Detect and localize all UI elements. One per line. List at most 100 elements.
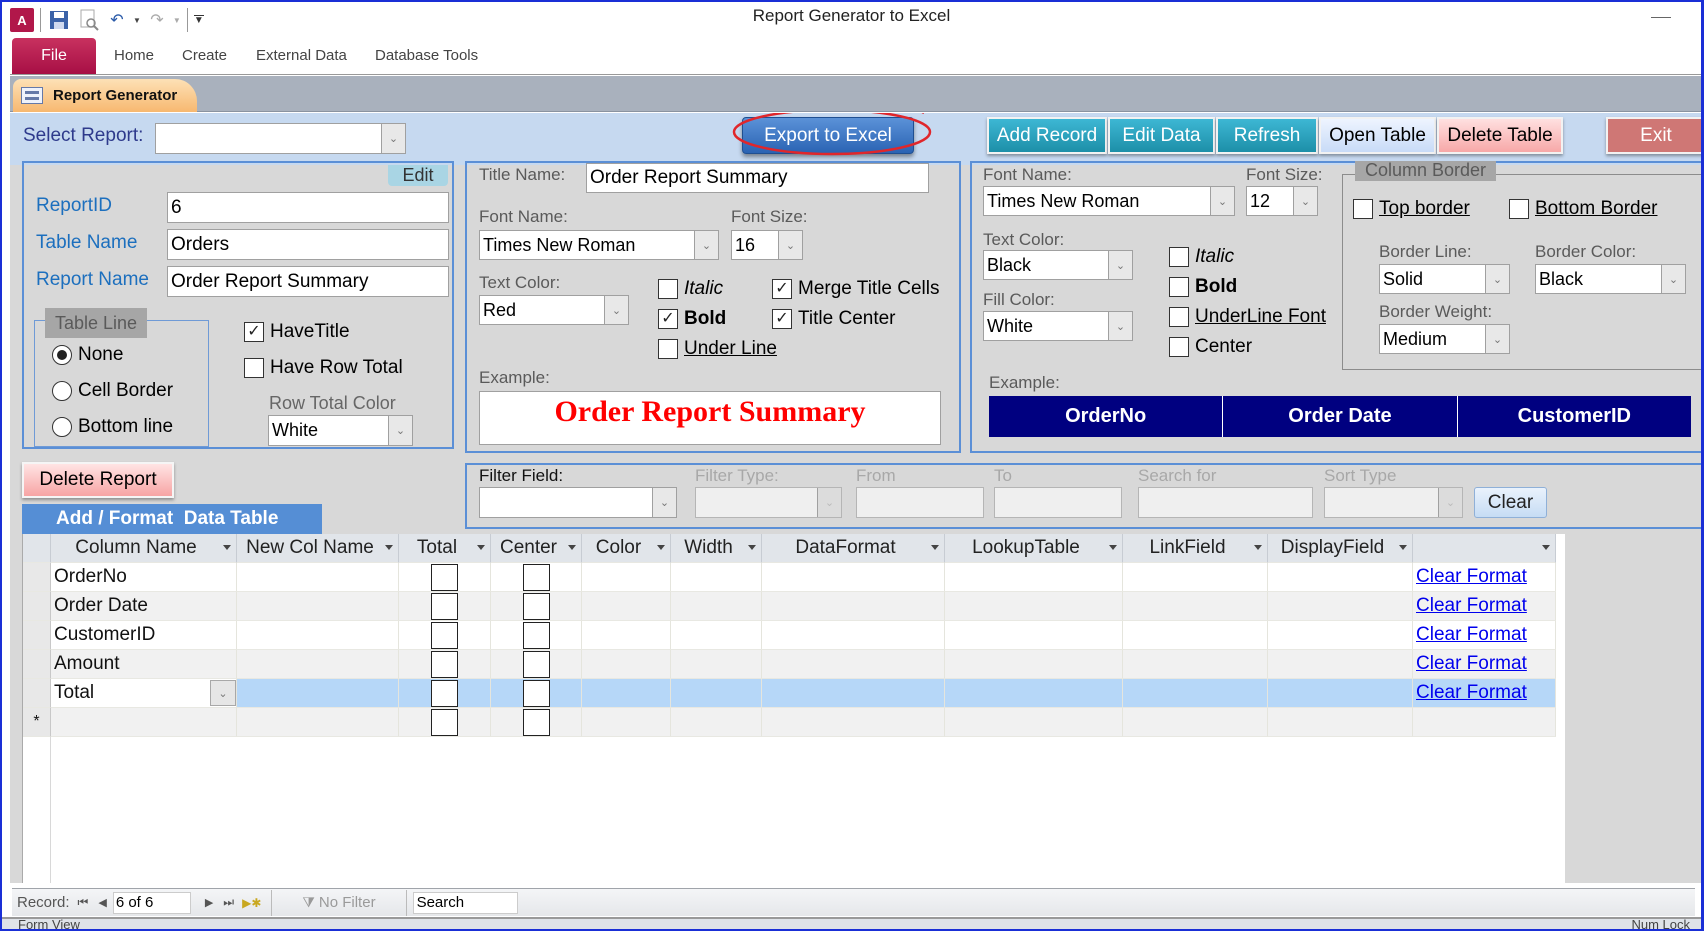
clear-format-link[interactable]: Clear Format bbox=[1416, 682, 1527, 704]
checkmark-icon[interactable]: ✓ bbox=[772, 309, 792, 329]
column-header-link-field[interactable]: LinkField bbox=[1123, 534, 1268, 563]
clear-format-cell[interactable]: Clear Format bbox=[1413, 650, 1556, 679]
checkmark-icon[interactable]: ✓ bbox=[244, 322, 264, 342]
cell-column-name[interactable]: Order Date bbox=[51, 592, 237, 621]
table-cell[interactable] bbox=[237, 621, 399, 650]
checkbox-icon[interactable] bbox=[658, 339, 678, 359]
table-cell[interactable] bbox=[762, 679, 945, 708]
center-checkbox-cell[interactable] bbox=[491, 650, 582, 679]
refresh-button[interactable]: Refresh bbox=[1216, 117, 1318, 154]
col-fill-color-combo[interactable]: White ⌄ bbox=[983, 311, 1133, 341]
chevron-down-icon[interactable]: ⌄ bbox=[388, 416, 412, 445]
bottom-border-checkbox[interactable]: Bottom Border bbox=[1509, 198, 1658, 220]
border-line-combo[interactable]: Solid ⌄ bbox=[1379, 264, 1510, 294]
table-cell[interactable] bbox=[582, 679, 671, 708]
total-checkbox-cell[interactable] bbox=[399, 563, 491, 592]
checkbox-icon[interactable] bbox=[522, 650, 550, 678]
column-header-new-col-name[interactable]: New Col Name bbox=[237, 534, 399, 563]
table-cell[interactable] bbox=[237, 650, 399, 679]
record-selector[interactable] bbox=[23, 592, 51, 621]
table-cell[interactable] bbox=[1123, 650, 1268, 679]
table-cell[interactable] bbox=[1123, 592, 1268, 621]
table-cell[interactable] bbox=[582, 563, 671, 592]
table-cell[interactable] bbox=[1123, 621, 1268, 650]
clear-format-link[interactable]: Clear Format bbox=[1416, 595, 1527, 617]
table-cell[interactable] bbox=[945, 650, 1123, 679]
radio-cell-border[interactable]: Cell Border bbox=[52, 380, 173, 402]
tab-home[interactable]: Home bbox=[114, 47, 154, 64]
table-cell[interactable] bbox=[945, 563, 1123, 592]
filter-type-combo[interactable]: ⌄ bbox=[695, 487, 842, 518]
title-underline-checkbox[interactable]: Under Line bbox=[658, 338, 777, 360]
table-cell[interactable] bbox=[762, 621, 945, 650]
chevron-down-icon[interactable]: ⌄ bbox=[652, 488, 676, 517]
total-checkbox-cell[interactable] bbox=[399, 592, 491, 621]
chevron-down-icon[interactable]: ⌄ bbox=[778, 231, 802, 259]
col-font-size-combo[interactable]: 12 ⌄ bbox=[1246, 186, 1318, 216]
chevron-down-icon[interactable]: ⌄ bbox=[1210, 187, 1234, 215]
column-header-column-name[interactable]: Column Name bbox=[51, 534, 237, 563]
radio-icon[interactable] bbox=[52, 417, 72, 437]
table-cell[interactable] bbox=[671, 708, 762, 737]
table-cell[interactable] bbox=[1268, 621, 1413, 650]
table-cell[interactable] bbox=[671, 650, 762, 679]
column-header-actions[interactable] bbox=[1413, 534, 1556, 563]
col-italic-checkbox[interactable]: Italic bbox=[1169, 246, 1234, 268]
checkbox-icon[interactable] bbox=[431, 621, 458, 649]
previous-record-icon[interactable]: ◀ bbox=[98, 896, 106, 909]
report-name-field[interactable]: Order Report Summary bbox=[167, 266, 449, 297]
record-selector[interactable] bbox=[23, 650, 51, 679]
column-header-lookup-table[interactable]: LookupTable bbox=[945, 534, 1123, 563]
table-name-field[interactable]: Orders bbox=[167, 229, 449, 260]
table-cell[interactable] bbox=[671, 592, 762, 621]
checkbox-icon[interactable] bbox=[522, 679, 550, 707]
table-cell[interactable] bbox=[945, 621, 1123, 650]
title-font-size-combo[interactable]: 16 ⌄ bbox=[731, 230, 803, 260]
delete-table-button[interactable]: Delete Table bbox=[1437, 117, 1563, 154]
checkbox-icon[interactable] bbox=[1509, 199, 1529, 219]
merge-title-cells-checkbox[interactable]: ✓ Merge Title Cells bbox=[772, 278, 940, 300]
table-cell[interactable] bbox=[945, 679, 1123, 708]
select-report-combo[interactable]: ⌄ bbox=[155, 123, 406, 154]
table-cell[interactable] bbox=[237, 708, 399, 737]
col-underline-checkbox[interactable]: UnderLine Font bbox=[1169, 306, 1326, 328]
checkbox-icon[interactable] bbox=[522, 621, 550, 649]
minimize-button[interactable] bbox=[1651, 8, 1671, 18]
have-row-total-checkbox[interactable]: Have Row Total bbox=[244, 357, 403, 379]
table-cell[interactable] bbox=[237, 592, 399, 621]
record-selector[interactable] bbox=[23, 621, 51, 650]
checkbox-icon[interactable] bbox=[1169, 337, 1189, 357]
clear-format-link[interactable]: Clear Format bbox=[1416, 566, 1527, 588]
total-checkbox-cell[interactable] bbox=[399, 650, 491, 679]
document-tab-report-generator[interactable]: Report Generator bbox=[13, 79, 197, 112]
center-checkbox-cell[interactable] bbox=[491, 592, 582, 621]
table-cell[interactable] bbox=[1268, 563, 1413, 592]
checkbox-icon[interactable] bbox=[431, 563, 458, 591]
total-checkbox-cell[interactable] bbox=[399, 621, 491, 650]
checkbox-icon[interactable] bbox=[431, 679, 458, 707]
cell-column-name[interactable]: CustomerID bbox=[51, 621, 237, 650]
search-input[interactable]: Search bbox=[412, 891, 518, 914]
title-name-field[interactable]: Order Report Summary bbox=[586, 163, 929, 193]
sort-type-combo[interactable]: ⌄ bbox=[1324, 487, 1463, 518]
table-cell[interactable] bbox=[1123, 679, 1268, 708]
from-field[interactable] bbox=[856, 487, 984, 518]
table-cell[interactable] bbox=[762, 708, 945, 737]
checkbox-icon[interactable] bbox=[1169, 277, 1189, 297]
clear-format-cell[interactable]: Clear Format bbox=[1413, 563, 1556, 592]
clear-format-link[interactable]: Clear Format bbox=[1416, 624, 1527, 646]
table-cell[interactable] bbox=[762, 563, 945, 592]
table-cell[interactable] bbox=[762, 650, 945, 679]
cell-column-name[interactable]: OrderNo bbox=[51, 563, 237, 592]
chevron-down-icon[interactable]: ⌄ bbox=[817, 488, 841, 517]
checkbox-icon[interactable] bbox=[1169, 307, 1189, 327]
cell-column-name[interactable] bbox=[51, 708, 237, 737]
chevron-down-icon[interactable]: ⌄ bbox=[1108, 312, 1132, 340]
edit-button[interactable]: Edit bbox=[388, 165, 448, 186]
chevron-down-icon[interactable]: ⌄ bbox=[1485, 325, 1509, 353]
have-title-checkbox[interactable]: ✓ HaveTitle bbox=[244, 321, 350, 343]
chevron-down-icon[interactable]: ⌄ bbox=[604, 296, 628, 324]
checkbox-icon[interactable] bbox=[522, 708, 550, 736]
exit-button[interactable]: Exit bbox=[1606, 117, 1701, 154]
checkbox-icon[interactable] bbox=[522, 592, 550, 620]
